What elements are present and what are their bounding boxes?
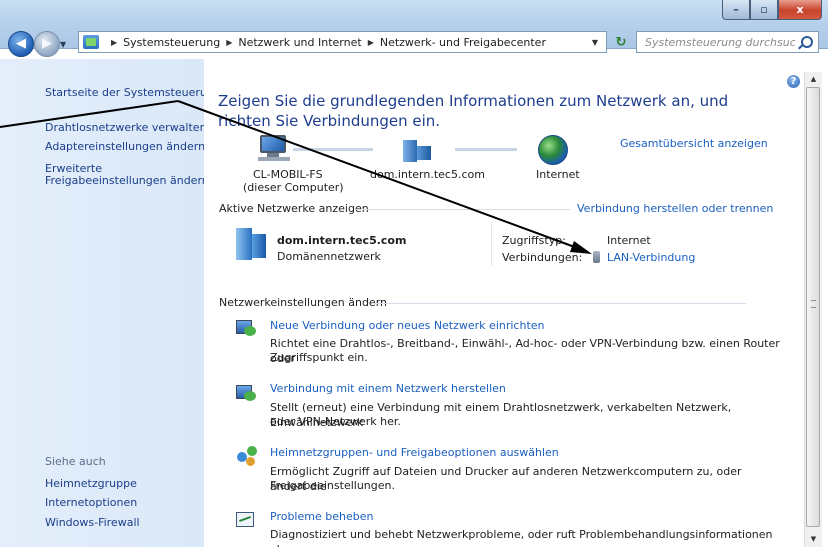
network-name: dom.intern.tec5.com xyxy=(277,234,407,247)
recent-pages-chevron-down-icon[interactable]: ▼ xyxy=(60,40,66,49)
network-type: Domänennetzwerk xyxy=(277,250,381,263)
scroll-down-icon[interactable]: ▼ xyxy=(805,532,822,547)
task-connect-network-desc2: oder VPN-Netzwerk her. xyxy=(270,415,401,428)
connections-label: Verbindungen: xyxy=(502,251,583,264)
connect-disconnect-link[interactable]: Verbindung herstellen oder trennen xyxy=(577,202,773,215)
new-connection-icon[interactable] xyxy=(236,318,258,338)
computer-icon[interactable] xyxy=(258,135,290,161)
internet-globe-icon[interactable] xyxy=(538,135,568,165)
node-internet-label: Internet xyxy=(536,168,580,181)
task-troubleshoot-desc: Diagnostiziert und behebt Netzwerkproble… xyxy=(270,528,773,547)
task-new-connection-link[interactable]: Neue Verbindung oder neues Netzwerk einr… xyxy=(270,319,545,332)
minimize-button[interactable]: – xyxy=(722,0,750,20)
search-input[interactable] xyxy=(643,34,797,50)
sidebar-home-link[interactable]: Startseite der Systemsteuerung xyxy=(45,86,221,99)
task-troubleshoot-link[interactable]: Probleme beheben xyxy=(270,510,373,523)
domain-network-big-icon xyxy=(236,228,266,260)
vertical-divider xyxy=(491,222,492,266)
breadcrumb-freigabecenter[interactable]: Netzwerk- und Freigabecenter xyxy=(380,36,546,49)
sidebar-item-wireless[interactable]: Drahtlosnetzwerke verwalten xyxy=(45,121,207,134)
help-icon[interactable]: ? xyxy=(787,75,800,88)
access-type-value: Internet xyxy=(607,234,651,247)
breadcrumb-separator-icon[interactable]: ▶ xyxy=(226,38,232,47)
close-button[interactable]: x xyxy=(778,0,822,20)
domain-network-icon[interactable] xyxy=(403,136,433,162)
map-connector xyxy=(293,148,373,151)
network-sharing-center-window: – ▫ x ◀ ▶ ▼ ▶ Systemsteuerung ▶ Netzwerk… xyxy=(0,0,828,547)
sidebar-item-homegroup[interactable]: Heimnetzgruppe xyxy=(45,477,137,490)
maximize-button[interactable]: ▫ xyxy=(750,0,778,20)
map-connector xyxy=(455,148,517,151)
refresh-icon[interactable]: ↻ xyxy=(610,32,632,52)
vertical-scrollbar[interactable]: ▲ ▼ xyxy=(804,72,822,547)
node-domain-label: dom.intern.tec5.com xyxy=(370,168,485,181)
task-new-connection-desc2: Zugriffspunkt ein. xyxy=(270,351,368,364)
search-icon[interactable] xyxy=(801,36,813,48)
node-computer-label: CL-MOBIL-FS xyxy=(253,168,323,181)
scroll-grip-icon xyxy=(811,300,816,308)
forward-button[interactable]: ▶ xyxy=(34,31,60,57)
section-divider xyxy=(356,209,570,210)
node-computer-sublabel: (dieser Computer) xyxy=(243,181,344,194)
sidebar-item-firewall[interactable]: Windows-Firewall xyxy=(45,516,140,529)
address-chevron-down-icon[interactable]: ▼ xyxy=(592,38,598,47)
full-map-link[interactable]: Gesamtübersicht anzeigen xyxy=(620,137,768,150)
page-title: Zeigen Sie die grundlegenden Information… xyxy=(218,92,729,130)
breadcrumb-systemsteuerung[interactable]: Systemsteuerung xyxy=(123,36,220,49)
breadcrumb-separator-icon[interactable]: ▶ xyxy=(368,38,374,47)
sidebar-item-adapter[interactable]: Adaptereinstellungen ändern xyxy=(45,140,205,153)
breadcrumb-netzwerk-internet[interactable]: Netzwerk und Internet xyxy=(238,36,361,49)
task-connect-network-link[interactable]: Verbindung mit einem Netzwerk herstellen xyxy=(270,382,506,395)
settings-heading: Netzwerkeinstellungen ändern xyxy=(219,296,387,309)
task-homegroup-link[interactable]: Heimnetzgruppen- und Freigabeoptionen au… xyxy=(270,446,559,459)
address-bar[interactable]: ▶ Systemsteuerung ▶ Netzwerk und Interne… xyxy=(78,31,607,53)
sidebar-item-sharing[interactable]: Freigabeeinstellungen ändern xyxy=(45,174,209,187)
search-box[interactable] xyxy=(636,31,819,53)
lan-connection-link[interactable]: LAN-Verbindung xyxy=(607,251,695,264)
sidebar-item-internet-options[interactable]: Internetoptionen xyxy=(45,496,137,509)
back-button[interactable]: ◀ xyxy=(8,31,34,57)
navigation-bar: ◀ ▶ ▼ ▶ Systemsteuerung ▶ Netzwerk und I… xyxy=(4,31,824,57)
window-controls: – ▫ x xyxy=(722,0,822,20)
scroll-thumb[interactable] xyxy=(806,87,820,527)
homegroup-sharing-icon[interactable] xyxy=(237,446,259,466)
see-also-heading: Siehe auch xyxy=(45,455,106,468)
control-panel-icon xyxy=(83,35,99,49)
section-divider xyxy=(372,303,746,304)
connect-network-icon[interactable] xyxy=(236,383,258,403)
access-type-label: Zugriffstyp: xyxy=(502,234,566,247)
scroll-up-icon[interactable]: ▲ xyxy=(805,72,822,87)
breadcrumb-separator-icon[interactable]: ▶ xyxy=(111,38,117,47)
troubleshoot-icon[interactable] xyxy=(236,510,258,530)
lan-plug-icon[interactable] xyxy=(593,251,600,263)
active-networks-heading: Aktive Netzwerke anzeigen xyxy=(219,202,369,215)
task-homegroup-desc2: Freigabeeinstellungen. xyxy=(270,479,395,492)
